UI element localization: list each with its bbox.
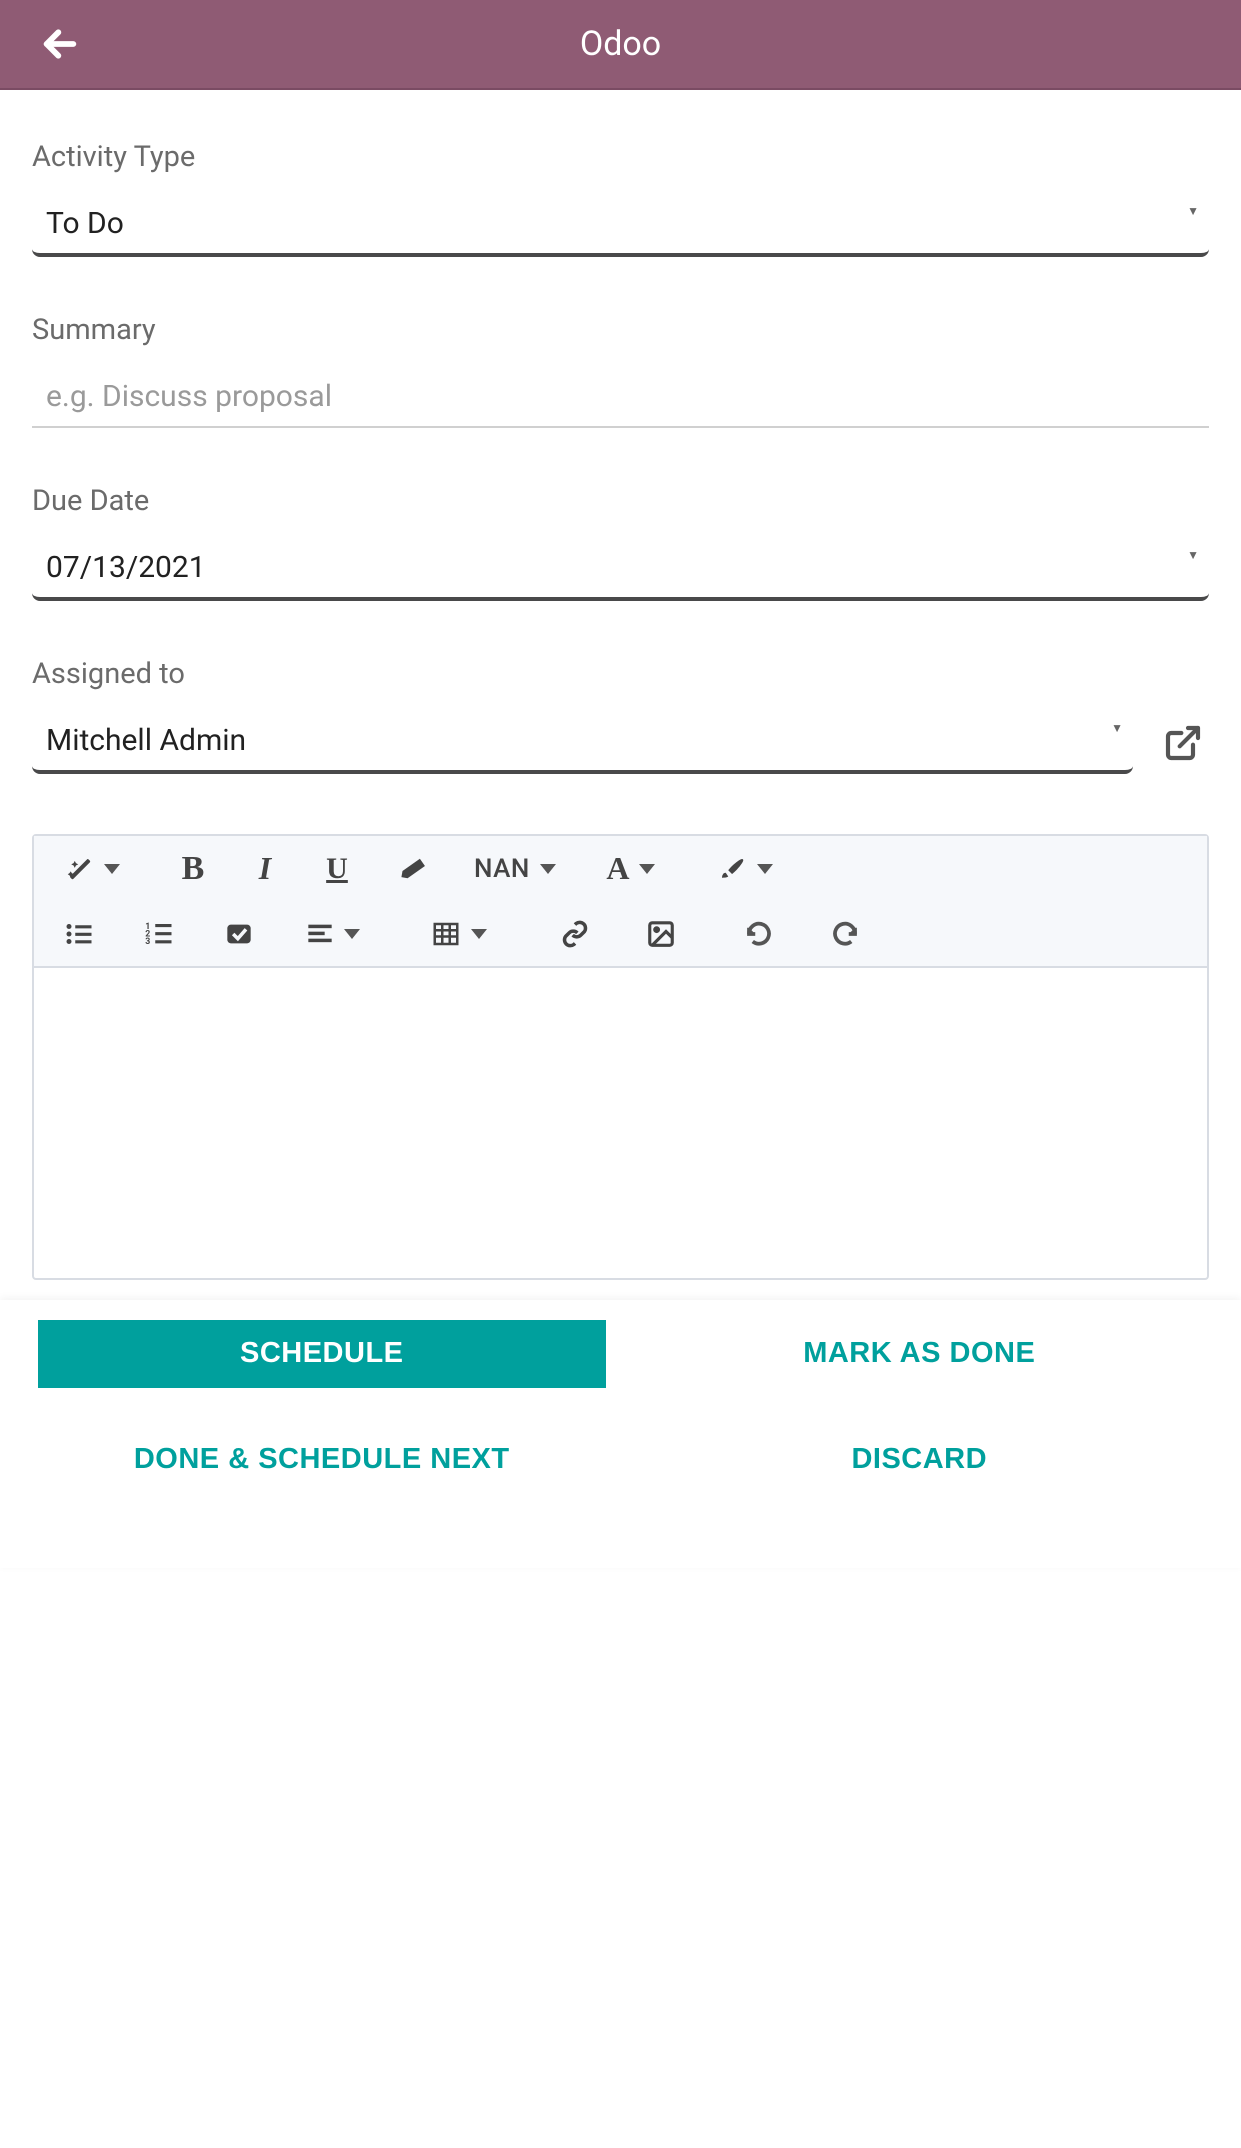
- highlight-button[interactable]: [706, 846, 784, 892]
- undo-button[interactable]: [734, 911, 784, 957]
- assigned-to-label: Assigned to: [32, 657, 1209, 691]
- arrow-left-icon: [40, 24, 80, 64]
- summary-label: Summary: [32, 313, 1209, 347]
- unordered-list-button[interactable]: [54, 911, 104, 957]
- magic-wand-icon: [66, 855, 94, 883]
- due-date-select[interactable]: 07/13/2021 ▼: [32, 538, 1209, 601]
- bold-button[interactable]: B: [168, 846, 218, 892]
- page-title: Odoo: [580, 24, 661, 64]
- checkbox-icon: [225, 920, 253, 948]
- chevron-down-icon: ▼: [1111, 721, 1123, 735]
- magic-tool-button[interactable]: [54, 846, 132, 892]
- link-button[interactable]: [550, 911, 600, 957]
- chevron-down-icon: ▼: [1187, 204, 1199, 218]
- activity-type-select[interactable]: To Do ▼: [32, 194, 1209, 257]
- align-icon: [306, 920, 334, 948]
- external-link-icon: [1163, 723, 1203, 763]
- schedule-button[interactable]: SCHEDULE: [38, 1320, 606, 1388]
- ordered-list-button[interactable]: 1 2 3: [134, 911, 184, 957]
- rich-text-editor: B I U NAN A: [32, 834, 1209, 1280]
- font-color-button[interactable]: A: [592, 846, 670, 892]
- due-date-value: 07/13/2021: [46, 550, 206, 585]
- discard-button[interactable]: DISCARD: [636, 1412, 1204, 1508]
- editor-content-area[interactable]: [34, 968, 1207, 1278]
- app-header: Odoo: [0, 0, 1241, 90]
- assigned-to-select[interactable]: Mitchell Admin ▼: [32, 711, 1133, 774]
- checklist-button[interactable]: [214, 911, 264, 957]
- activity-type-label: Activity Type: [32, 140, 1209, 174]
- link-icon: [561, 920, 589, 948]
- activity-type-field: Activity Type To Do ▼: [32, 140, 1209, 257]
- editor-toolbar: B I U NAN A: [34, 836, 1207, 968]
- underline-button[interactable]: U: [312, 846, 362, 892]
- assigned-to-value: Mitchell Admin: [46, 723, 246, 758]
- eraser-icon: [398, 854, 428, 884]
- ol-icon: 1 2 3: [144, 919, 174, 949]
- form-content: Activity Type To Do ▼ Summary Due Date 0…: [0, 90, 1241, 1300]
- redo-icon: [830, 919, 860, 949]
- font-family-button[interactable]: NAN: [474, 846, 556, 892]
- table-button[interactable]: [420, 911, 498, 957]
- done-schedule-next-button[interactable]: DONE & SCHEDULE NEXT: [38, 1412, 606, 1508]
- table-icon: [431, 919, 461, 949]
- erase-button[interactable]: [388, 846, 438, 892]
- external-link-button[interactable]: [1157, 717, 1209, 769]
- ul-icon: [64, 919, 94, 949]
- chevron-down-icon: ▼: [1187, 548, 1199, 562]
- undo-icon: [744, 919, 774, 949]
- summary-field: Summary: [32, 313, 1209, 428]
- italic-button[interactable]: I: [240, 846, 290, 892]
- due-date-field: Due Date 07/13/2021 ▼: [32, 484, 1209, 601]
- mark-as-done-button[interactable]: MARK AS DONE: [636, 1320, 1204, 1388]
- font-family-label: NAN: [474, 854, 530, 884]
- brush-icon: [717, 854, 747, 884]
- due-date-label: Due Date: [32, 484, 1209, 518]
- image-button[interactable]: [636, 911, 686, 957]
- summary-input[interactable]: [46, 379, 1195, 414]
- action-bar: SCHEDULE MARK AS DONE DONE & SCHEDULE NE…: [0, 1300, 1241, 1568]
- activity-type-value: To Do: [46, 206, 124, 241]
- paragraph-align-button[interactable]: [294, 911, 372, 957]
- back-button[interactable]: [40, 24, 80, 64]
- svg-text:3: 3: [145, 937, 150, 947]
- summary-input-wrapper: [32, 367, 1209, 428]
- redo-button[interactable]: [820, 911, 870, 957]
- assigned-to-field: Assigned to Mitchell Admin ▼: [32, 657, 1209, 774]
- image-icon: [646, 919, 676, 949]
